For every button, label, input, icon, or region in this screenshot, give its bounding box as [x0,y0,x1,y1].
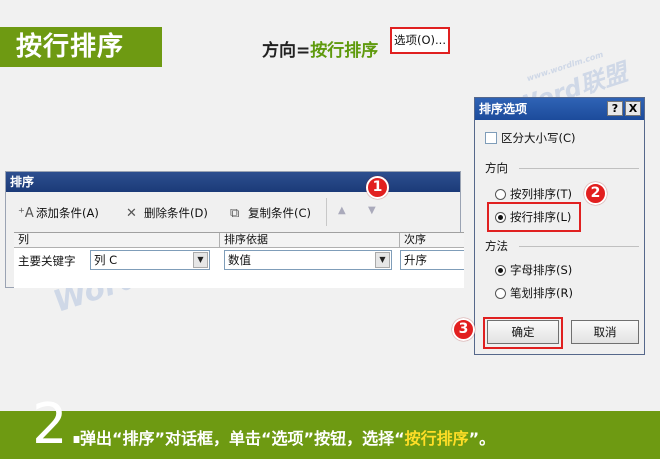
divider [519,246,639,247]
delete-condition-button[interactable]: ✕ 删除条件(D) [126,204,208,222]
stroke-sort-radio[interactable]: 笔划排序(R) [495,285,573,301]
help-icon[interactable]: ? [607,101,623,116]
step-text-part1: 弹出“排序”对话框，单击“选项”按钮，选择“ [80,429,405,448]
subtitle-highlight: 按行排序 [310,41,379,61]
chevron-down-icon[interactable]: ▼ [193,252,208,268]
table-row: 主要关键字 列 C ▼ 数值 ▼ 升序 [14,248,464,272]
column-header-order: 次序 [404,233,426,246]
column-header-basis: 排序依据 [220,233,400,247]
sort-conditions-table: 列 排序依据 次序 主要关键字 列 C ▼ 数值 ▼ 升序 [14,232,464,288]
add-condition-button[interactable]: ⁺A 添加条件(A) [18,204,99,222]
table-header: 列 排序依据 次序 [14,233,464,248]
column-select[interactable]: 列 C ▼ [90,250,210,270]
sort-by-row-label: 按行排序(L) [510,210,572,224]
sort-by-row-radio[interactable]: 按行排序(L) [495,209,571,225]
step-text-highlight: 按行排序 [404,429,469,448]
sort-dialog: 排序 ⁺A 添加条件(A) ✕ 删除条件(D) ⧉ 复制条件(C) ▲ ▼ 列 排序依… [5,171,464,288]
checkbox-box[interactable] [485,132,497,144]
delete-condition-label: 删除条件(D) [144,206,208,220]
sort-toolbar: ⁺A 添加条件(A) ✕ 删除条件(D) ⧉ 复制条件(C) ▲ ▼ [6,192,460,234]
column-header-column: 列 [14,233,220,247]
copy-condition-button[interactable]: ⧉ 复制条件(C) [230,204,311,222]
options-button[interactable]: 选项(O)... [390,27,450,54]
page-subtitle: 方向=按行排序 [262,36,378,61]
add-condition-label: 添加条件(A) [36,206,99,220]
divider [519,168,639,169]
direction-group-label: 方向 [485,161,508,175]
copy-condition-label: 复制条件(C) [248,206,312,220]
page-title: 按行排序 [0,27,162,67]
alphabetic-sort-radio[interactable]: 字母排序(S) [495,262,572,278]
sort-by-column-label: 按列排序(T) [510,187,572,201]
options-dialog-titlebar: 排序选项 ? X [475,98,644,120]
stroke-sort-label: 笔划排序(R) [510,286,573,300]
radio-button[interactable] [495,188,506,200]
chevron-down-icon[interactable]: ▼ [375,252,390,268]
add-level-icon: ⁺A [18,206,34,221]
toolbar-separator [326,198,327,226]
cancel-button[interactable]: 取消 [571,320,639,344]
step-text-part2: ”。 [468,429,496,448]
options-dialog-title: 排序选项 [479,102,528,116]
order-select[interactable]: 升序 [400,250,464,270]
basis-select[interactable]: 数值 ▼ [224,250,392,270]
step-number: 2. [32,392,86,457]
sort-by-column-radio[interactable]: 按列排序(T) [495,186,572,202]
step-badge-2: 2 [584,182,607,205]
alphabetic-sort-label: 字母排序(S) [510,263,573,277]
move-up-icon[interactable]: ▲ [338,205,346,216]
radio-button-selected[interactable] [495,211,506,223]
step-instruction: 弹出“排序”对话框，单击“选项”按钮，选择“按行排序”。 [80,425,495,449]
case-sensitive-checkbox[interactable]: 区分大小写(C) [485,130,576,146]
step-badge-1: 1 [366,176,389,199]
radio-button[interactable] [495,287,506,299]
method-group-label: 方法 [485,239,508,253]
radio-button-selected[interactable] [495,264,506,276]
case-sensitive-label: 区分大小写(C) [501,131,576,145]
order-select-value: 升序 [404,253,427,267]
delete-x-icon: ✕ [126,206,137,221]
basis-select-value: 数值 [228,253,251,267]
sort-dialog-title: 排序 [6,172,460,192]
subtitle-prefix: 方向= [262,41,311,61]
copy-icon: ⧉ [230,206,240,221]
step-badge-3: 3 [452,318,475,341]
move-down-icon[interactable]: ▼ [368,205,376,216]
column-select-value: 列 C [94,253,118,267]
close-icon[interactable]: X [625,101,641,116]
primary-key-label: 主要关键字 [18,254,76,268]
sort-options-dialog: 排序选项 ? X 区分大小写(C) 方向 按列排序(T) 按行排序(L) 方法 … [474,97,645,355]
ok-button[interactable]: 确定 [487,320,559,344]
